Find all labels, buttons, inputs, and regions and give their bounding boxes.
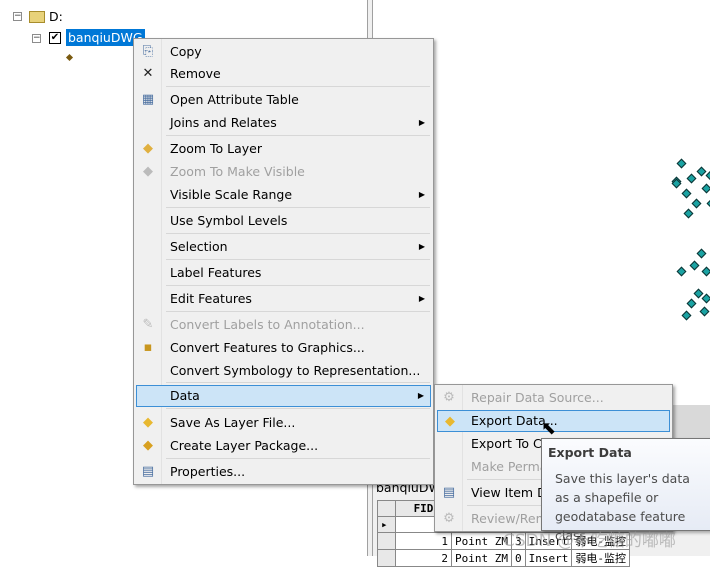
menu-item-label: Convert Symbology to Representation... xyxy=(170,363,421,378)
map-point xyxy=(701,183,710,194)
convert-labels-icon: ✎ xyxy=(142,317,154,332)
repair-data-source-icon: ⚙ xyxy=(443,390,455,405)
tooltip-title: Export Data xyxy=(548,445,632,460)
map-point xyxy=(676,266,687,277)
menu-separator xyxy=(166,259,430,260)
map-point xyxy=(691,198,702,209)
menu-separator xyxy=(166,408,430,409)
menu-item-label: Data xyxy=(170,388,200,403)
tooltip: Export Data Save this layer's data as a … xyxy=(541,438,710,543)
menu-item-label: Joins and Relates xyxy=(170,115,277,130)
menu-separator xyxy=(166,135,430,136)
menu-item-label: Repair Data Source... xyxy=(471,390,604,405)
menu-separator xyxy=(166,458,430,459)
collapse-layer-button[interactable]: − xyxy=(32,34,41,43)
menu-item-label: Copy xyxy=(170,44,202,59)
menu-item-open-attribute-table[interactable]: ▦ Open Attribute Table xyxy=(136,89,431,111)
properties-icon: ▤ xyxy=(141,464,155,479)
menu-item-label: Make Perma xyxy=(471,459,548,474)
menu-item-label: Edit Features xyxy=(170,291,252,306)
map-point xyxy=(701,293,710,304)
menu-item-label: Zoom To Make Visible xyxy=(170,164,305,179)
menu-item-convert-labels-to-annotation[interactable]: ✎ Convert Labels to Annotation... xyxy=(136,314,431,336)
map-point xyxy=(681,310,692,321)
submenu-arrow-icon: ▶ xyxy=(417,391,424,400)
map-point xyxy=(689,260,700,271)
menu-item-label: Zoom To Layer xyxy=(170,141,262,156)
watermark: CSDN @不吃糖的嘟嘟 xyxy=(503,531,676,551)
map-point xyxy=(686,173,697,184)
collapse-drive-button[interactable]: − xyxy=(13,12,22,21)
map-point xyxy=(696,248,707,259)
menu-item-label: Save As Layer File... xyxy=(170,415,296,430)
menu-item-use-symbol-levels[interactable]: Use Symbol Levels xyxy=(136,210,431,232)
menu-item-label: Remove xyxy=(170,66,221,81)
menu-item-label: Convert Labels to Annotation... xyxy=(170,317,365,332)
menu-item-remove[interactable]: ✕ Remove xyxy=(136,63,431,85)
menu-separator xyxy=(166,233,430,234)
map-point xyxy=(705,170,710,181)
menu-item-visible-scale-range[interactable]: Visible Scale Range ▶ xyxy=(136,184,431,206)
map-point xyxy=(681,188,692,199)
map-point xyxy=(706,198,710,209)
menu-item-label: Use Symbol Levels xyxy=(170,213,288,228)
zoom-visible-icon: ◆ xyxy=(143,164,153,179)
menu-item-joins-and-relates[interactable]: Joins and Relates ▶ xyxy=(136,112,431,134)
map-point xyxy=(701,266,710,277)
menu-item-convert-features-to-graphics[interactable]: ▪ Convert Features to Graphics... xyxy=(136,337,431,359)
menu-item-label: Convert Features to Graphics... xyxy=(170,340,365,355)
convert-graphics-icon: ▪ xyxy=(143,340,153,355)
export-data-icon: ◆ xyxy=(445,414,455,429)
zoom-layer-icon: ◆ xyxy=(143,141,153,156)
layer-context-menu: ⎘ Copy ✕ Remove ▦ Open Attribute Table Joins a… xyxy=(133,38,434,485)
menu-item-selection[interactable]: Selection ▶ xyxy=(136,236,431,258)
review-rematch-icon: ⚙ xyxy=(443,511,455,526)
menu-item-data[interactable]: Data ▶ xyxy=(136,385,431,407)
menu-item-zoom-to-make-visible[interactable]: ◆ Zoom To Make Visible xyxy=(136,161,431,183)
drive-label[interactable]: D: xyxy=(49,9,63,24)
menu-item-label: Create Layer Package... xyxy=(170,438,319,453)
menu-item-zoom-to-layer[interactable]: ◆ Zoom To Layer xyxy=(136,138,431,160)
menu-item-properties[interactable]: ▤ Properties... xyxy=(136,461,431,483)
map-point xyxy=(683,208,694,219)
menu-item-label: Open Attribute Table xyxy=(170,92,299,107)
menu-item-save-as-layer-file[interactable]: ◆ Save As Layer File... xyxy=(136,412,431,434)
copy-icon: ⎘ xyxy=(142,44,154,59)
table-window-titlebar xyxy=(673,405,710,439)
layer-file-icon: ◆ xyxy=(143,415,153,430)
folder-icon xyxy=(29,11,45,23)
menu-item-label: Visible Scale Range xyxy=(170,187,293,202)
mouse-cursor-icon: ⬉ xyxy=(541,418,557,439)
menu-item-edit-features[interactable]: Edit Features ▶ xyxy=(136,288,431,310)
menu-item-label: Review/Rem xyxy=(471,511,548,526)
submenu-arrow-icon: ▶ xyxy=(418,294,425,303)
menu-item-label: Export To CA xyxy=(471,436,551,451)
submenu-arrow-icon: ▶ xyxy=(418,242,425,251)
menu-item-label: Properties... xyxy=(170,464,246,479)
menu-item-create-layer-package[interactable]: ◆ Create Layer Package... xyxy=(136,435,431,457)
menu-item-label: Label Features xyxy=(170,265,262,280)
point-symbol-icon xyxy=(65,53,74,62)
layer-package-icon: ◆ xyxy=(143,438,153,453)
submenu-arrow-icon: ▶ xyxy=(418,118,425,127)
layer-checkbox[interactable]: ✔ xyxy=(49,32,61,44)
remove-x-icon: ✕ xyxy=(142,66,154,81)
table-icon: ▦ xyxy=(141,92,155,107)
menu-separator xyxy=(166,285,430,286)
menu-item-convert-symbology-to-representation[interactable]: Convert Symbology to Representation... xyxy=(136,360,431,382)
submenu-arrow-icon: ▶ xyxy=(418,190,425,199)
menu-item-repair-data-source[interactable]: ⚙ Repair Data Source... xyxy=(437,387,670,409)
menu-separator xyxy=(166,207,430,208)
table-row[interactable]: 2 Point ZM 0 Insert 弱电-监控 xyxy=(377,549,630,567)
map-point xyxy=(699,306,710,317)
menu-item-label-features[interactable]: Label Features xyxy=(136,262,431,284)
menu-item-label: Selection xyxy=(170,239,228,254)
menu-item-copy[interactable]: ⎘ Copy xyxy=(136,41,431,63)
menu-separator xyxy=(166,382,430,383)
menu-separator xyxy=(166,86,430,87)
map-point xyxy=(686,298,697,309)
menu-separator xyxy=(166,311,430,312)
map-point xyxy=(676,158,687,169)
item-description-icon: ▤ xyxy=(442,485,456,500)
